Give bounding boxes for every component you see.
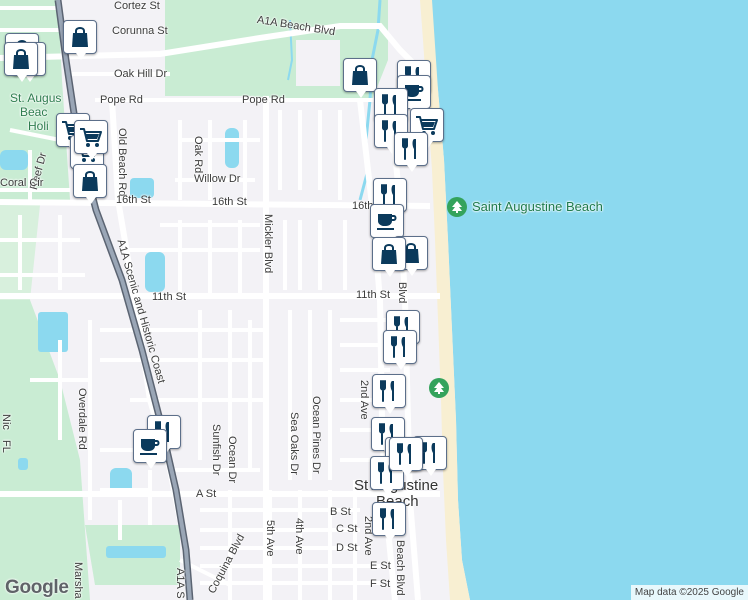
shopping-bag-icon <box>68 25 92 49</box>
place-st-aug-holiday-2: Beac <box>20 105 48 119</box>
ocean <box>428 0 748 600</box>
street-16th-mid: 16th St <box>212 196 247 208</box>
cafe-icon <box>138 434 162 458</box>
street-d-st: D St <box>336 542 358 554</box>
street-sunfish: Sunfish Dr <box>210 424 222 476</box>
map-pin-restaurant[interactable] <box>394 132 428 172</box>
map-pin-restaurant[interactable] <box>372 374 406 414</box>
pond-3 <box>145 252 165 292</box>
street-beach-blvd-mid: Blvd <box>396 282 408 304</box>
map-pin-restaurant[interactable] <box>383 330 417 370</box>
map-pin-restaurant[interactable] <box>389 437 423 477</box>
map-pin-cafe[interactable] <box>370 204 404 244</box>
cafe-icon <box>375 209 399 233</box>
lot <box>296 40 340 86</box>
street-nic: Nic <box>0 414 12 430</box>
google-logo: Google <box>5 577 69 598</box>
map-canvas[interactable]: Cortez St Corunna St Oak Hill Dr Pope Rd… <box>0 0 748 600</box>
street-overdale: Overdale Rd <box>76 388 88 450</box>
map-attribution[interactable]: Map data ©2025 Google <box>630 585 748 600</box>
street-a1a-s: A1A S <box>174 568 186 599</box>
map-pin-shopping-bag[interactable] <box>4 42 38 82</box>
street-fl: FL <box>0 440 12 453</box>
shopping-bag-icon <box>377 242 401 266</box>
pond-8 <box>106 546 166 558</box>
shopping-cart-icon <box>79 125 103 149</box>
restaurant-icon <box>377 379 401 403</box>
street-willow: Willow Dr <box>194 173 241 185</box>
map-pin-cafe[interactable] <box>133 429 167 469</box>
street-corunna: Corunna St <box>112 25 168 37</box>
street-oak-rd: Oak Rd <box>192 136 204 174</box>
place-saint-augustine-beach[interactable]: Saint Augustine Beach <box>472 200 603 213</box>
street-beach-blvd-s: Beach Blvd <box>394 540 406 596</box>
street-f-st: F St <box>370 578 391 590</box>
street-11th-e: 11th St <box>356 289 391 301</box>
map-pin-shopping-cart[interactable] <box>74 120 108 160</box>
place-st-aug-holiday-1: St. Augus <box>10 91 62 105</box>
restaurant-icon <box>388 335 412 359</box>
restaurant-icon <box>394 442 418 466</box>
street-c-st: C St <box>336 523 358 535</box>
map-pin-shopping-bag[interactable] <box>63 20 97 60</box>
park-tree-icon[interactable] <box>447 197 467 217</box>
restaurant-icon <box>377 507 401 531</box>
street-mickler: Mickler Blvd <box>262 214 274 274</box>
map-pin-shopping-bag[interactable] <box>372 237 406 277</box>
map-pin-shopping-bag[interactable] <box>73 164 107 204</box>
street-sea-oaks: Sea Oaks Dr <box>288 412 300 475</box>
shopping-bag-icon <box>78 169 102 193</box>
pond-7 <box>18 458 28 470</box>
street-old-beach: Old Beach Rd <box>116 128 128 197</box>
street-marsh: Marsha <box>72 562 84 599</box>
street-e-st: E St <box>370 560 391 572</box>
street-16th-w: 16th St <box>116 194 151 206</box>
street-oak-hill: Oak Hill Dr <box>114 68 168 80</box>
pond-5 <box>38 312 68 352</box>
street-11th-w: 11th St <box>152 291 187 303</box>
map-pin-restaurant[interactable] <box>372 502 406 542</box>
street-4th-ave: 4th Ave <box>293 518 305 555</box>
map-pin-shopping-bag[interactable] <box>343 58 377 98</box>
street-2nd-ave-n: 2nd Ave <box>358 380 370 420</box>
pond-4 <box>0 150 28 170</box>
street-pope-e: Pope Rd <box>242 94 285 106</box>
shopping-bag-icon <box>9 47 33 71</box>
street-a-st: A St <box>196 488 217 500</box>
street-cortez: Cortez St <box>114 0 160 12</box>
shopping-bag-icon <box>348 63 372 87</box>
street-coral: Coral Cir <box>0 177 44 189</box>
street-5th-ave: 5th Ave <box>264 520 276 557</box>
street-ocean-pines: Ocean Pines Dr <box>310 396 322 474</box>
park-tree-icon[interactable] <box>429 378 449 398</box>
place-st-aug-holiday-3: Holi <box>28 119 49 133</box>
street-ocean-dr: Ocean Dr <box>226 436 238 484</box>
street-pope-w: Pope Rd <box>100 94 143 106</box>
restaurant-icon <box>399 137 423 161</box>
pond-1 <box>225 128 239 168</box>
street-b-st: B St <box>330 506 351 518</box>
